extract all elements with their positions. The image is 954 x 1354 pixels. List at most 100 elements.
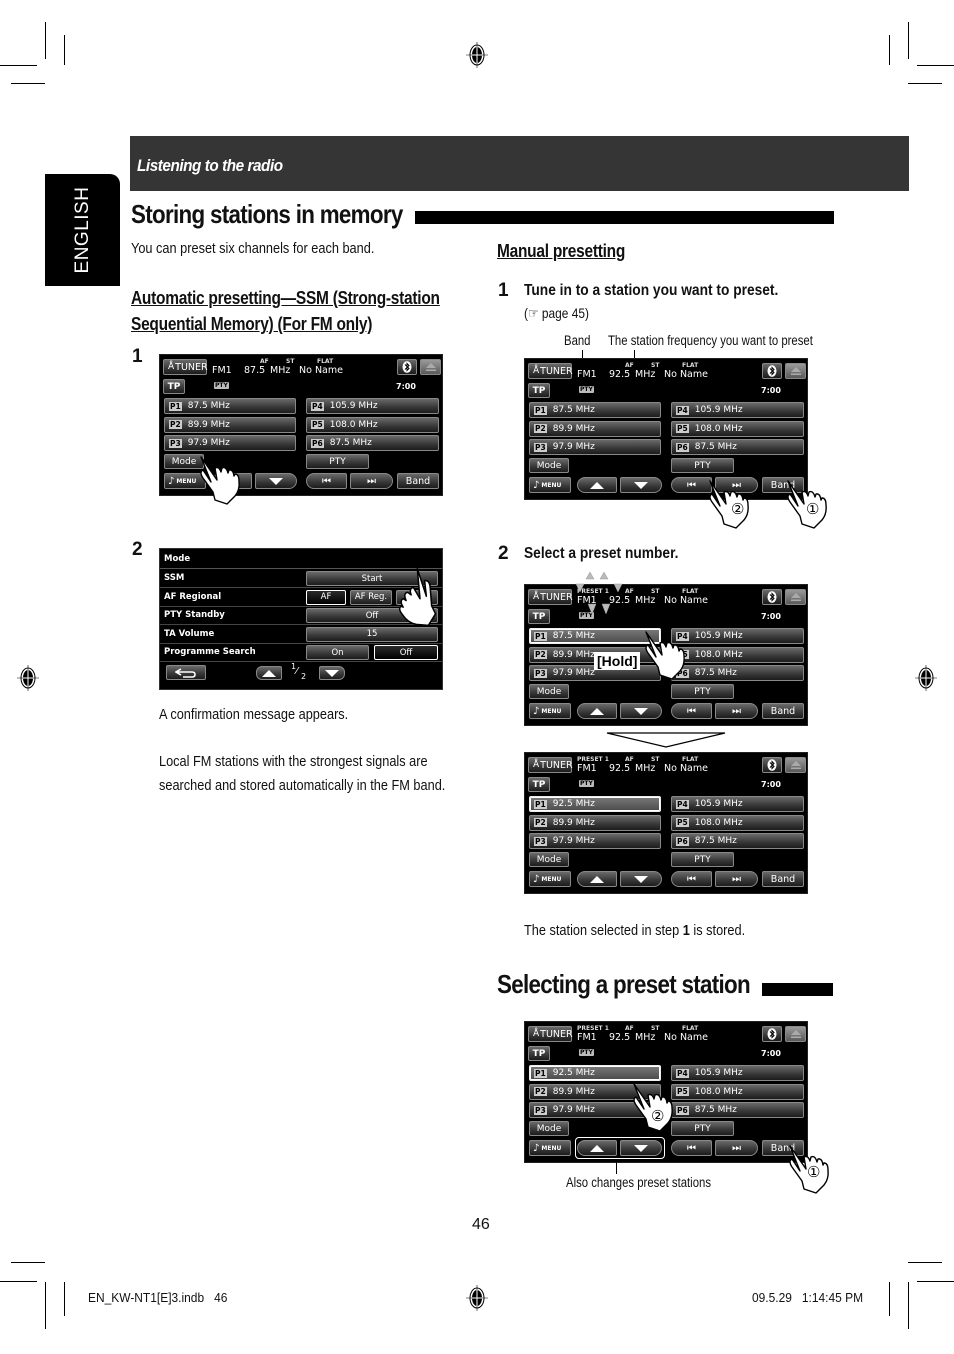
preset-up-button[interactable] [577,871,617,887]
preset-button-6[interactable]: P6 87.5 MHz [671,1102,804,1118]
skip-forward-icon: ⏭ [732,873,741,885]
mode-button[interactable]: Mode [529,852,569,867]
tp-button[interactable]: TP [528,383,550,398]
bluetooth-button[interactable] [762,1026,782,1042]
seek-forward-button[interactable]: ⏭ [715,871,758,887]
seek-back-button[interactable]: ⏮ [671,1140,712,1156]
preset-button-1[interactable]: P1 87.5 MHz [164,398,296,414]
preset-frequency: 87.5 MHz [694,668,737,678]
preset-button-1[interactable]: P1 87.5 MHz [529,402,661,418]
source-tuner-button[interactable]: Å TUNER [528,757,573,773]
seek-forward-button[interactable]: ⏭ [715,1140,758,1156]
pty-button[interactable]: PTY [306,454,369,469]
music-note-icon: ♪ [533,479,540,491]
preset-button-2[interactable]: P2 89.9 MHz [529,814,661,831]
bluetooth-button[interactable] [762,363,782,379]
preset-button-3[interactable]: P3 97.9 MHz [164,435,296,451]
bluetooth-button[interactable] [762,757,782,773]
preset-button-6[interactable]: P6 87.5 MHz [671,833,804,849]
pty-button[interactable]: PTY [671,852,734,867]
seek-forward-button[interactable]: ⏭ [715,703,758,719]
manual-step1-text: Tune in to a station you want to preset. [524,282,779,299]
station-name: No Name [299,365,343,376]
tp-button[interactable]: TP [528,609,550,624]
preset-button-4[interactable]: P4 105.9 MHz [671,796,804,812]
preset-down-button[interactable] [620,477,662,493]
page-down-button[interactable] [319,666,345,680]
source-tuner-button[interactable]: Å TUNER [528,1026,573,1042]
skip-back-icon: ⏮ [687,1142,696,1154]
preset-button-2[interactable]: P2 89.9 MHz [164,416,296,433]
frequency-unit: MHz [270,365,291,376]
tp-button[interactable]: TP [163,379,185,394]
eject-button[interactable] [785,363,806,379]
mode-button[interactable]: Mode [529,458,569,473]
preset-up-button[interactable] [577,703,617,719]
preset-button-5[interactable]: P5108.0 MHz [671,420,804,437]
seek-back-button[interactable]: ⏮ [671,871,712,887]
seek-forward-button[interactable]: ⏭ [350,473,393,489]
preset-button-5[interactable]: P5108.0 MHz [306,416,439,433]
source-tuner-button[interactable]: Å TUNER [163,359,208,375]
manual-heading: Manual presetting [497,241,626,261]
bluetooth-icon [402,361,412,373]
preset-button-4[interactable]: P4 105.9 MHz [306,398,439,414]
source-tuner-button[interactable]: Å TUNER [528,363,573,379]
frequency-unit: MHz [635,369,656,380]
menu-button[interactable]: ♪ MENU [529,703,571,719]
band-button[interactable]: Band [397,473,439,489]
preset-badge: P5 [676,818,689,827]
band-button[interactable]: Band [762,871,804,887]
menu-button[interactable]: ♪ MENU [529,477,571,493]
preset-button-6[interactable]: P6 87.5 MHz [671,665,804,681]
preset-button-5[interactable]: P5108.0 MHz [671,646,804,663]
seek-back-button[interactable]: ⏮ [671,703,712,719]
preset-button-5[interactable]: P5108.0 MHz [671,814,804,831]
preset-down-button[interactable] [620,871,662,887]
tp-button[interactable]: TP [528,1046,550,1061]
band-indicator: FM1 [577,369,597,380]
preset-up-button[interactable] [577,477,617,493]
mode-option-af-button[interactable]: AF [306,589,346,605]
band-indicator: FM1 [212,365,232,376]
tp-button[interactable]: TP [528,777,550,792]
back-button[interactable] [166,665,206,680]
preset-button-4[interactable]: P4 105.9 MHz [671,1065,804,1081]
menu-button[interactable]: ♪ MENU [529,871,571,887]
preset-frequency: 87.5 MHz [694,1105,737,1115]
preset-button-4[interactable]: P4 105.9 MHz [671,402,804,418]
mode-button[interactable]: Mode [529,684,569,699]
mode-option-on-button[interactable]: On [306,645,369,660]
mode-button[interactable]: Mode [529,1121,569,1136]
eject-button[interactable] [785,1026,806,1042]
eject-button[interactable] [785,589,806,605]
preset-button-3[interactable]: P3 97.9 MHz [529,833,661,849]
preset-button-4[interactable]: P4 105.9 MHz [671,628,804,644]
preset-button-5[interactable]: P5108.0 MHz [671,1083,804,1100]
preset-badge: P2 [534,818,547,827]
preset-button-2[interactable]: P2 89.9 MHz [529,420,661,437]
preset-button-1[interactable]: P1 92.5 MHz [529,1065,661,1081]
preset-button-6[interactable]: P6 87.5 MHz [306,435,439,451]
eject-button[interactable] [420,359,441,375]
preset-button-6[interactable]: P6 87.5 MHz [671,439,804,455]
af-indicator: AF [625,588,634,595]
preset-frequency: 87.5 MHz [694,442,737,452]
eq-flat-indicator: FLAT [682,756,699,763]
pty-button[interactable]: PTY [671,684,734,699]
preset-button-1[interactable]: P1 92.5 MHz [529,796,661,812]
pty-button[interactable]: PTY [671,458,734,473]
page-up-button[interactable] [256,666,282,680]
preset-button-3[interactable]: P3 97.9 MHz [529,439,661,455]
mode-option-off-button[interactable]: Off [374,645,438,660]
bluetooth-button[interactable] [762,589,782,605]
source-tuner-button[interactable]: Å TUNER [528,589,573,605]
bluetooth-button[interactable] [397,359,417,375]
seek-back-button[interactable]: ⏮ [306,473,347,489]
preset-down-button[interactable] [620,703,662,719]
pty-button[interactable]: PTY [671,1121,734,1136]
menu-button[interactable]: ♪ MENU [529,1140,571,1156]
preset-down-button[interactable] [255,473,297,489]
band-button[interactable]: Band [762,703,804,719]
eject-button[interactable] [785,757,806,773]
